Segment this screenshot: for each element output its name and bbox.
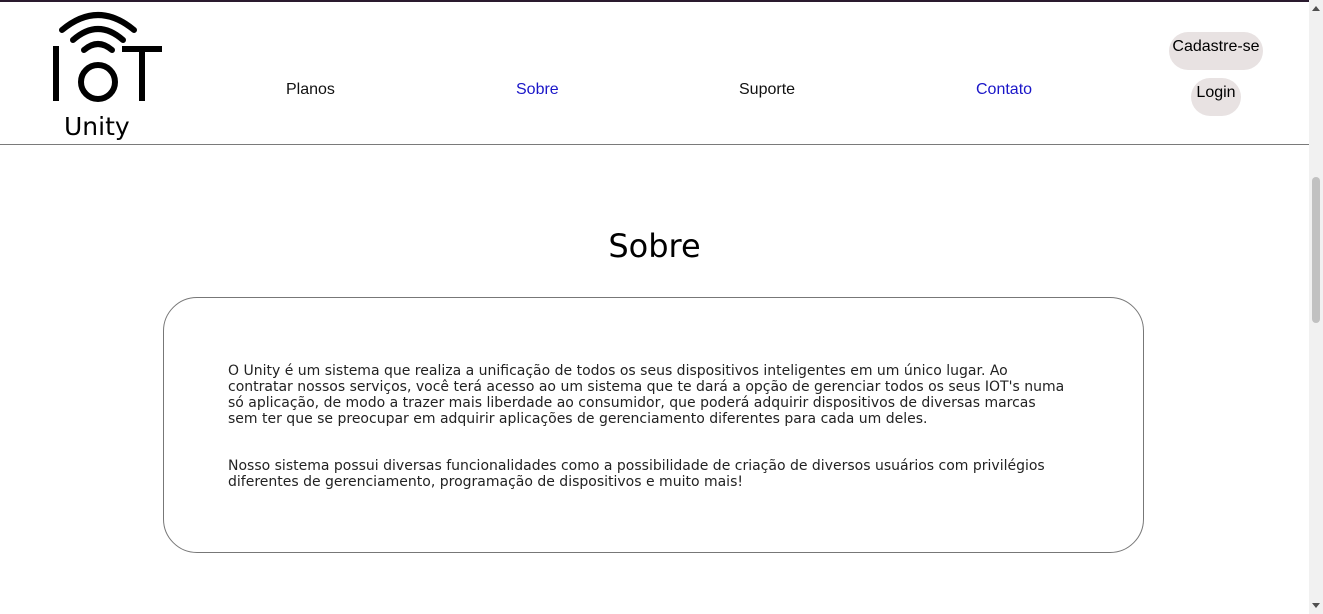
scroll-up-icon[interactable] [1312,6,1320,11]
page-scrollbar[interactable] [1309,0,1323,614]
page-title: Sobre [608,227,701,265]
scrollbar-thumb[interactable] [1312,177,1320,323]
nav-link-sobre[interactable]: Sobre [516,81,559,99]
brand-name: Unity [64,112,130,141]
logo-letter-t-stem [139,46,145,101]
login-button[interactable]: Login [1191,78,1241,116]
nav-link-contato[interactable]: Contato [976,81,1032,99]
wifi-arc-middle [70,26,126,43]
nav-link-suporte[interactable]: Suporte [739,81,795,99]
signup-button[interactable]: Cadastre-se [1169,32,1263,70]
logo-letter-i [53,46,59,101]
scroll-down-icon[interactable] [1312,603,1320,608]
about-paragraph-2: Nosso sistema possui diversas funcionali… [228,458,1045,490]
nav-link-planos[interactable]: Planos [286,81,335,99]
about-card: O Unity é um sistema que realiza a unifi… [163,297,1144,553]
logo-letter-o [78,62,118,102]
about-paragraph-1: O Unity é um sistema que realiza a unifi… [228,363,1065,427]
site-header: Unity Planos Sobre Suporte Contato Cadas… [0,2,1309,145]
wifi-arc-inner [81,41,115,53]
